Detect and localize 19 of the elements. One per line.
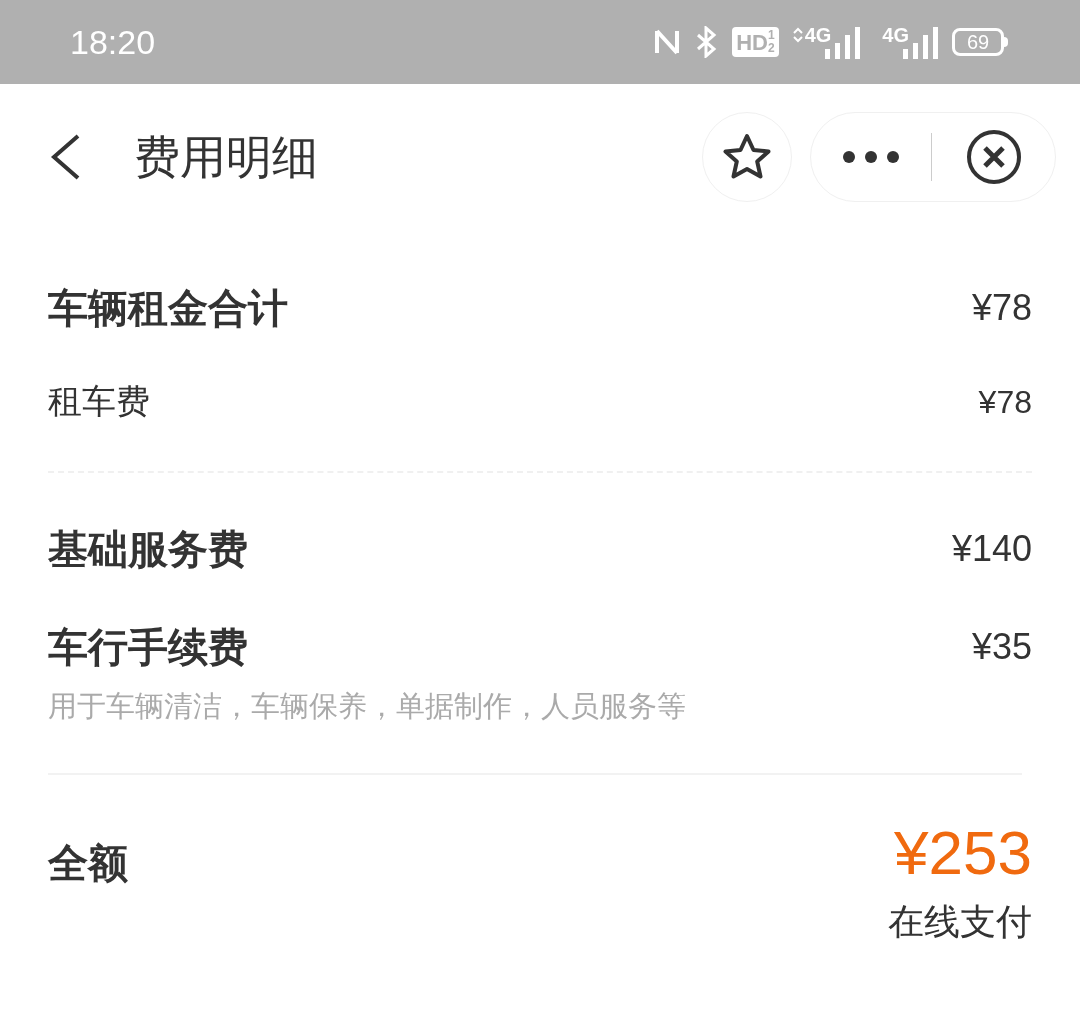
- fee-amount: ¥140: [951, 527, 1032, 571]
- fee-note: 用于车辆清洁，车辆保养，单据制作，人员服务等: [48, 688, 687, 725]
- nfc-icon: [654, 27, 681, 57]
- total-label: 全额: [48, 838, 128, 888]
- fee-label: 基础服务费: [48, 525, 248, 574]
- fee-amount: ¥78: [978, 382, 1032, 422]
- fee-label: 租车费: [48, 380, 150, 423]
- fee-label: 车行手续费: [48, 623, 248, 672]
- star-icon: [722, 133, 772, 181]
- more-icon: [842, 150, 900, 164]
- fee-amount: ¥78: [971, 286, 1032, 330]
- payment-method: 在线支付: [888, 899, 1032, 944]
- clock: 18:20: [70, 21, 156, 63]
- close-icon: [965, 129, 1022, 185]
- fee-amount: ¥35: [971, 625, 1032, 669]
- total-amount: ¥253: [894, 816, 1032, 889]
- page-title: 费用明细: [134, 128, 318, 186]
- bluetooth-icon: [694, 26, 719, 58]
- fee-label: 车辆租金合计: [48, 284, 288, 333]
